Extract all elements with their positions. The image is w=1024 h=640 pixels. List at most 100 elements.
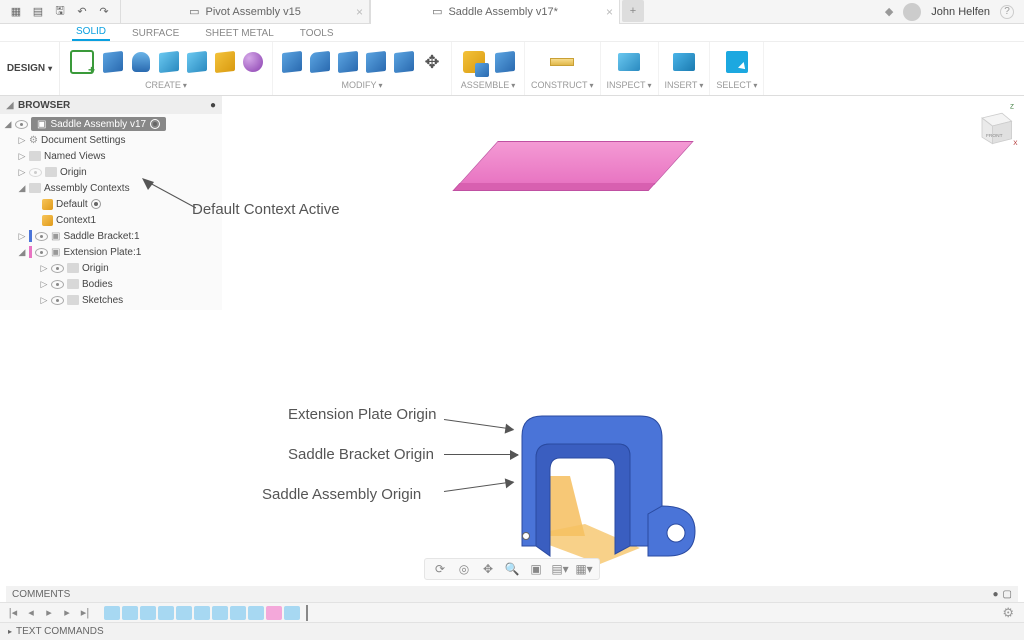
group-label-create[interactable]: CREATE xyxy=(145,80,187,90)
view-cube[interactable]: FRONT Z X xyxy=(970,102,1018,150)
look-at-icon[interactable]: ◎ xyxy=(455,561,473,577)
visibility-icon[interactable] xyxy=(51,264,64,273)
group-label-assemble[interactable]: ASSEMBLE xyxy=(461,80,516,90)
extension-plate-edge[interactable] xyxy=(452,183,655,191)
orbit-icon[interactable]: ⟳ xyxy=(431,561,449,577)
comments-bar[interactable]: COMMENTS ● ▢ xyxy=(6,586,1018,602)
timeline-marker[interactable] xyxy=(306,605,308,621)
expand-icon[interactable] xyxy=(18,167,26,178)
display-settings-icon[interactable]: ▤▾ xyxy=(551,561,569,577)
expand-icon[interactable] xyxy=(40,279,48,290)
browser-item-extension-plate[interactable]: ▣ Extension Plate:1 xyxy=(0,244,222,260)
expand-icon[interactable] xyxy=(18,135,26,146)
select-button[interactable] xyxy=(721,46,753,78)
group-label-modify[interactable]: MODIFY xyxy=(341,80,382,90)
new-sketch-button[interactable] xyxy=(66,46,98,78)
timeline-settings-icon[interactable]: ⚙ xyxy=(1002,605,1014,621)
timeline-feature-chip[interactable] xyxy=(230,606,246,620)
expand-icon[interactable] xyxy=(40,263,48,274)
visibility-icon[interactable] xyxy=(15,120,28,129)
browser-item-ctx-context1[interactable]: Context1 xyxy=(0,212,222,228)
grid-settings-icon[interactable]: ▦▾ xyxy=(575,561,593,577)
group-label-select[interactable]: SELECT xyxy=(716,80,757,90)
document-tab-pivot-assembly[interactable]: ▭ Pivot Assembly v15 × xyxy=(120,0,370,24)
expand-icon[interactable] xyxy=(18,151,26,162)
group-label-construct[interactable]: CONSTRUCT xyxy=(531,80,594,90)
text-commands-bar[interactable]: ▸ TEXT COMMANDS xyxy=(0,622,1024,640)
visibility-icon[interactable] xyxy=(51,296,64,305)
visibility-icon[interactable] xyxy=(35,248,48,257)
move-button[interactable]: ✥ xyxy=(419,49,445,75)
timeline-feature-chip[interactable] xyxy=(158,606,174,620)
cylinder-button[interactable] xyxy=(128,49,154,75)
timeline-feature-chip[interactable] xyxy=(122,606,138,620)
timeline-start-button[interactable]: |◂ xyxy=(6,606,20,620)
new-component-button[interactable] xyxy=(458,46,490,78)
visibility-icon[interactable] xyxy=(29,168,42,177)
tab-sheet-metal[interactable]: SHEET METAL xyxy=(201,26,278,41)
revolve-button[interactable] xyxy=(156,49,182,75)
new-tab-button[interactable]: + xyxy=(622,0,644,22)
document-tab-saddle-assembly[interactable]: ▭ Saddle Assembly v17* × xyxy=(370,0,620,24)
timeline-feature-chip[interactable] xyxy=(284,606,300,620)
browser-item-ep-origin[interactable]: Origin xyxy=(0,260,222,276)
browser-root[interactable]: ▣ Saddle Assembly v17 xyxy=(0,116,222,132)
timeline-feature-chip[interactable] xyxy=(212,606,228,620)
expand-icon[interactable]: ▢ xyxy=(1003,589,1012,600)
timeline-feature-chip[interactable] xyxy=(266,606,282,620)
viewport[interactable]: BROWSER ● ▣ Saddle Assembly v17 ⚙ Docume… xyxy=(0,96,1024,582)
group-label-inspect[interactable]: INSPECT xyxy=(607,80,652,90)
browser-header[interactable]: BROWSER ● xyxy=(0,96,222,114)
app-grid-icon[interactable]: ▦ xyxy=(8,4,24,20)
save-icon[interactable]: 🖫 xyxy=(52,4,68,20)
joint-button[interactable] xyxy=(492,49,518,75)
pin-icon[interactable]: ● xyxy=(210,100,216,111)
browser-item-named-views[interactable]: Named Views xyxy=(0,148,222,164)
tab-solid[interactable]: SOLID xyxy=(72,24,110,41)
expand-icon[interactable] xyxy=(18,183,26,194)
undo-icon[interactable]: ↶ xyxy=(74,4,90,20)
expand-icon[interactable]: ▸ xyxy=(8,627,12,636)
sweep-button[interactable] xyxy=(184,49,210,75)
browser-item-ep-bodies[interactable]: Bodies xyxy=(0,276,222,292)
timeline-feature-chip[interactable] xyxy=(104,606,120,620)
expand-icon[interactable] xyxy=(18,247,26,258)
expand-icon[interactable] xyxy=(40,295,48,306)
redo-icon[interactable]: ↷ xyxy=(96,4,112,20)
tab-tools[interactable]: TOOLS xyxy=(296,26,338,41)
inspect-button[interactable] xyxy=(613,46,645,78)
chamfer-button[interactable] xyxy=(335,49,361,75)
insert-button[interactable] xyxy=(668,46,700,78)
sphere-button[interactable] xyxy=(240,49,266,75)
file-icon[interactable]: ▤ xyxy=(30,4,46,20)
pin-icon[interactable]: ● xyxy=(993,589,999,600)
zoom-icon[interactable]: 🔍 xyxy=(503,561,521,577)
browser-item-saddle-bracket[interactable]: ▣ Saddle Bracket:1 xyxy=(0,228,222,244)
expand-icon[interactable] xyxy=(18,231,26,242)
timeline-play-button[interactable]: ▸ xyxy=(42,606,56,620)
timeline-feature-chip[interactable] xyxy=(140,606,156,620)
press-pull-button[interactable] xyxy=(279,49,305,75)
active-context-indicator[interactable] xyxy=(91,199,101,209)
avatar[interactable] xyxy=(903,3,921,21)
browser-item-ep-sketches[interactable]: Sketches xyxy=(0,292,222,308)
pan-icon[interactable]: ✥ xyxy=(479,561,497,577)
construct-plane-button[interactable] xyxy=(546,46,578,78)
collapse-icon[interactable] xyxy=(6,100,14,111)
fit-icon[interactable]: ▣ xyxy=(527,561,545,577)
help-icon[interactable]: ? xyxy=(1000,5,1014,19)
timeline-end-button[interactable]: ▸| xyxy=(78,606,92,620)
fillet-button[interactable] xyxy=(307,49,333,75)
browser-item-doc-settings[interactable]: ⚙ Document Settings xyxy=(0,132,222,148)
box-button[interactable] xyxy=(100,49,126,75)
timeline-feature-chip[interactable] xyxy=(248,606,264,620)
extensions-icon[interactable]: ◆ xyxy=(885,5,893,18)
extension-plate-body[interactable] xyxy=(458,141,694,185)
timeline-next-button[interactable]: ▸ xyxy=(60,606,74,620)
loft-button[interactable] xyxy=(212,49,238,75)
timeline-prev-button[interactable]: ◂ xyxy=(24,606,38,620)
visibility-icon[interactable] xyxy=(51,280,64,289)
timeline-feature-chip[interactable] xyxy=(194,606,210,620)
group-label-insert[interactable]: INSERT xyxy=(665,80,704,90)
workspace-switcher[interactable]: DESIGN▾ xyxy=(0,42,60,95)
